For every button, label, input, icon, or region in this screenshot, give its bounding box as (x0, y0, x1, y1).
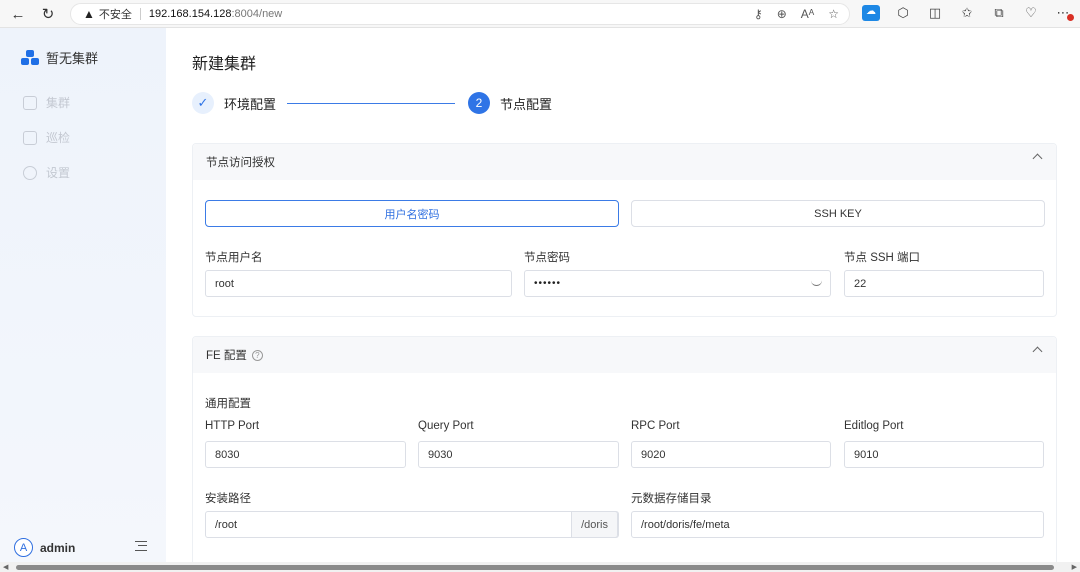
step-number: 2 (468, 92, 490, 114)
rpc-port-input[interactable]: 9020 (631, 441, 831, 468)
step-connector (287, 103, 455, 104)
meta-dir-label: 元数据存储目录 (631, 493, 712, 505)
node-access-card: 节点访问授权 用户名密码 SSH KEY 节点用户名 root 节点密码 •••… (192, 143, 1057, 317)
main-content: 新建集群 ✓ 环境配置 2 节点配置 节点访问授权 用户名密码 SSH KEY … (166, 28, 1080, 568)
browser-essentials-icon[interactable]: ♡ (1022, 5, 1040, 21)
query-port-label: Query Port (418, 420, 474, 432)
collapse-menu-icon[interactable] (135, 541, 147, 551)
brand[interactable]: 暂无集群 (21, 48, 98, 67)
page-title: 新建集群 (192, 56, 257, 73)
browser-toolbar: ← ↻ ▲ 不安全 192.168.154.128 :8004/new ⚷ ⊕ … (0, 0, 1080, 28)
sidebar-item-settings[interactable]: 设置 (23, 164, 70, 181)
sidebar-item-label: 集群 (46, 96, 71, 110)
help-icon[interactable]: ? (251, 349, 263, 361)
address-divider (139, 8, 141, 20)
rpc-port-label: RPC Port (631, 420, 680, 432)
editlog-port-label: Editlog Port (844, 420, 904, 432)
http-port-label: HTTP Port (205, 420, 260, 432)
url-path: :8004/new (231, 8, 283, 20)
editlog-port-input[interactable]: 9010 (844, 441, 1044, 468)
chevron-up-icon[interactable] (1032, 346, 1043, 357)
extension-cloud-icon[interactable]: ☁ (862, 5, 880, 21)
node-user-input[interactable]: root (205, 270, 512, 297)
favorite-star-icon[interactable]: ☆ (828, 7, 839, 21)
warning-icon: ▲ (83, 7, 95, 21)
avatar: A (14, 538, 33, 557)
auth-ssh-key-button[interactable]: SSH KEY (631, 200, 1045, 227)
username: admin (40, 540, 76, 555)
extensions-puzzle-icon[interactable]: ⬡ (894, 5, 912, 21)
zoom-icon[interactable]: ⊕ (777, 7, 787, 21)
node-access-header[interactable]: 节点访问授权 (193, 144, 1056, 180)
scroll-left-arrow-icon[interactable]: ◀ (3, 563, 8, 571)
http-port-input[interactable]: 8030 (205, 441, 406, 468)
cluster-logo-icon (21, 49, 39, 66)
node-password-label: 节点密码 (524, 252, 570, 264)
query-port-input[interactable]: 9030 (418, 441, 619, 468)
card-title: 节点访问授权 (206, 157, 275, 169)
split-screen-icon[interactable]: ◫ (926, 5, 944, 21)
scrollbar-thumb[interactable] (16, 565, 1054, 570)
chevron-up-icon[interactable] (1032, 153, 1043, 164)
reload-icon[interactable]: ↻ (38, 4, 58, 24)
meta-dir-input[interactable]: /root/doris/fe/meta (631, 511, 1044, 538)
url-host: 192.168.154.128 (148, 8, 232, 20)
node-password-input[interactable]: •••••• (524, 270, 831, 297)
sidebar-item-inspection[interactable]: 巡检 (23, 129, 70, 146)
install-path-input[interactable]: /root /doris (205, 511, 619, 538)
install-path-label: 安装路径 (205, 493, 251, 505)
read-aloud-icon[interactable]: Aᴬ (801, 7, 814, 21)
back-arrow-icon[interactable]: ← (8, 4, 28, 24)
favorites-icon[interactable]: ✩ (958, 5, 976, 21)
auth-password-button[interactable]: 用户名密码 (205, 200, 619, 227)
security-label: 不安全 (98, 9, 132, 21)
more-menu-icon[interactable]: ⋯ (1054, 5, 1074, 21)
step-label: 环境配置 (224, 96, 277, 112)
shield-icon (23, 130, 37, 145)
sidebar: 暂无集群 集群 巡检 设置 A admin (0, 28, 166, 562)
step-environment[interactable]: ✓ 环境配置 (192, 92, 276, 114)
ssh-port-label: 节点 SSH 端口 (844, 252, 921, 264)
horizontal-scrollbar[interactable]: ◀ ▶ (0, 562, 1080, 572)
node-user-label: 节点用户名 (205, 252, 263, 264)
fe-config-card: FE 配置 ? 通用配置 HTTP Port 8030 Query Port 9… (192, 336, 1057, 568)
gear-icon (23, 165, 37, 180)
key-icon[interactable]: ⚷ (754, 7, 763, 21)
brand-name: 暂无集群 (46, 51, 99, 66)
eye-closed-icon[interactable] (811, 280, 822, 286)
check-icon: ✓ (192, 92, 214, 114)
step-node-config[interactable]: 2 节点配置 (468, 92, 552, 114)
sidebar-item-cluster[interactable]: 集群 (23, 94, 70, 111)
cluster-icon (23, 95, 37, 110)
user-menu[interactable]: A admin (14, 538, 75, 557)
sidebar-item-label: 设置 (46, 166, 71, 180)
card-title: FE 配置 (206, 350, 247, 362)
address-bar[interactable]: ▲ 不安全 192.168.154.128 :8004/new ⚷ ⊕ Aᴬ ☆ (70, 3, 850, 25)
ssh-port-input[interactable]: 22 (844, 270, 1044, 297)
password-value: •••••• (534, 278, 562, 289)
step-label: 节点配置 (500, 96, 553, 112)
install-path-value: /root (215, 518, 238, 531)
collections-icon[interactable]: ⧉ (990, 5, 1008, 21)
scroll-right-arrow-icon[interactable]: ▶ (1072, 563, 1077, 571)
install-path-suffix: /doris (571, 511, 618, 538)
sidebar-item-label: 巡检 (46, 131, 71, 145)
fe-config-header[interactable]: FE 配置 ? (193, 337, 1056, 373)
general-config-label: 通用配置 (205, 398, 251, 410)
